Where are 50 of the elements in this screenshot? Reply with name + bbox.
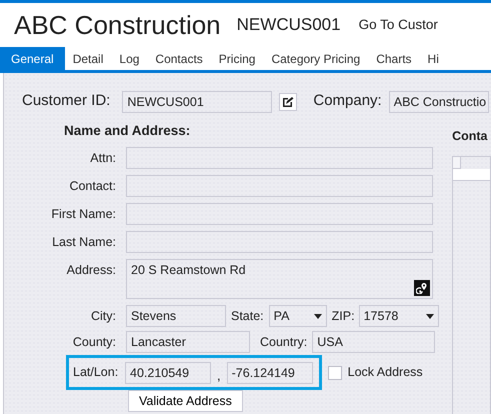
- field-label: Country:: [260, 334, 308, 352]
- field-label: Contact:: [68, 178, 116, 196]
- edit-button[interactable]: [279, 92, 298, 110]
- text-field[interactable]: [126, 231, 433, 254]
- tab[interactable]: Hi: [420, 47, 447, 70]
- latitude-field[interactable]: 40.210549: [125, 362, 211, 384]
- city-field[interactable]: Stevens: [126, 305, 226, 328]
- customer-title: ABC Construction: [14, 12, 221, 38]
- customer-id-field[interactable]: NEWCUS001: [122, 90, 272, 112]
- tab[interactable]: General: [0, 47, 65, 70]
- tab[interactable]: Contacts: [147, 47, 211, 70]
- text-field[interactable]: [126, 175, 433, 198]
- state-dropdown[interactable]: PA: [268, 305, 327, 328]
- edit-icon: [282, 96, 294, 108]
- section-heading: Name and Address:: [63, 122, 192, 140]
- field-label: Company:: [313, 91, 382, 112]
- lock-address-checkbox[interactable]: [328, 366, 342, 380]
- field-label: Last Name:: [51, 234, 116, 252]
- map-button[interactable]: [414, 280, 430, 296]
- panel-title: Conta: [452, 128, 488, 145]
- map-pin-icon: [416, 282, 428, 294]
- field-label: County:: [72, 334, 116, 352]
- field-label: Address:: [66, 262, 116, 280]
- tab[interactable]: Charts: [368, 47, 420, 70]
- longitude-field[interactable]: -76.124149: [226, 362, 313, 384]
- field-label: City:: [90, 308, 116, 326]
- field-label: State:: [231, 308, 264, 326]
- separator: ,: [217, 367, 221, 385]
- dropdown-arrow-icon: [426, 314, 434, 319]
- zip-dropdown[interactable]: 17578: [358, 305, 439, 328]
- text-field[interactable]: [126, 147, 433, 170]
- validate-address-button[interactable]: Validate Address: [128, 390, 243, 412]
- checkbox-label: Lock Address: [348, 364, 423, 382]
- go-to-customer-link[interactable]: Go To Custor: [358, 14, 438, 36]
- dropdown-arrow-icon: [314, 314, 322, 319]
- field-label: ZIP:: [332, 308, 355, 326]
- tab[interactable]: Pricing: [210, 47, 264, 70]
- field-label: Customer ID:: [22, 91, 110, 112]
- county-field[interactable]: Lancaster: [126, 331, 250, 354]
- field-label: Attn:: [89, 150, 116, 168]
- company-field[interactable]: ABC Constructio: [388, 90, 489, 112]
- country-field[interactable]: USA: [312, 331, 436, 354]
- address-field[interactable]: 20 S Reamstown Rd: [126, 259, 433, 300]
- text-field[interactable]: [126, 203, 433, 226]
- customer-code: NEWCUS001: [236, 14, 341, 36]
- tab[interactable]: Category Pricing: [263, 47, 368, 70]
- field-label: Lat/Lon:: [73, 364, 119, 382]
- tab[interactable]: Log: [111, 47, 148, 70]
- tab[interactable]: Detail: [64, 47, 112, 70]
- field-label: First Name:: [50, 206, 116, 224]
